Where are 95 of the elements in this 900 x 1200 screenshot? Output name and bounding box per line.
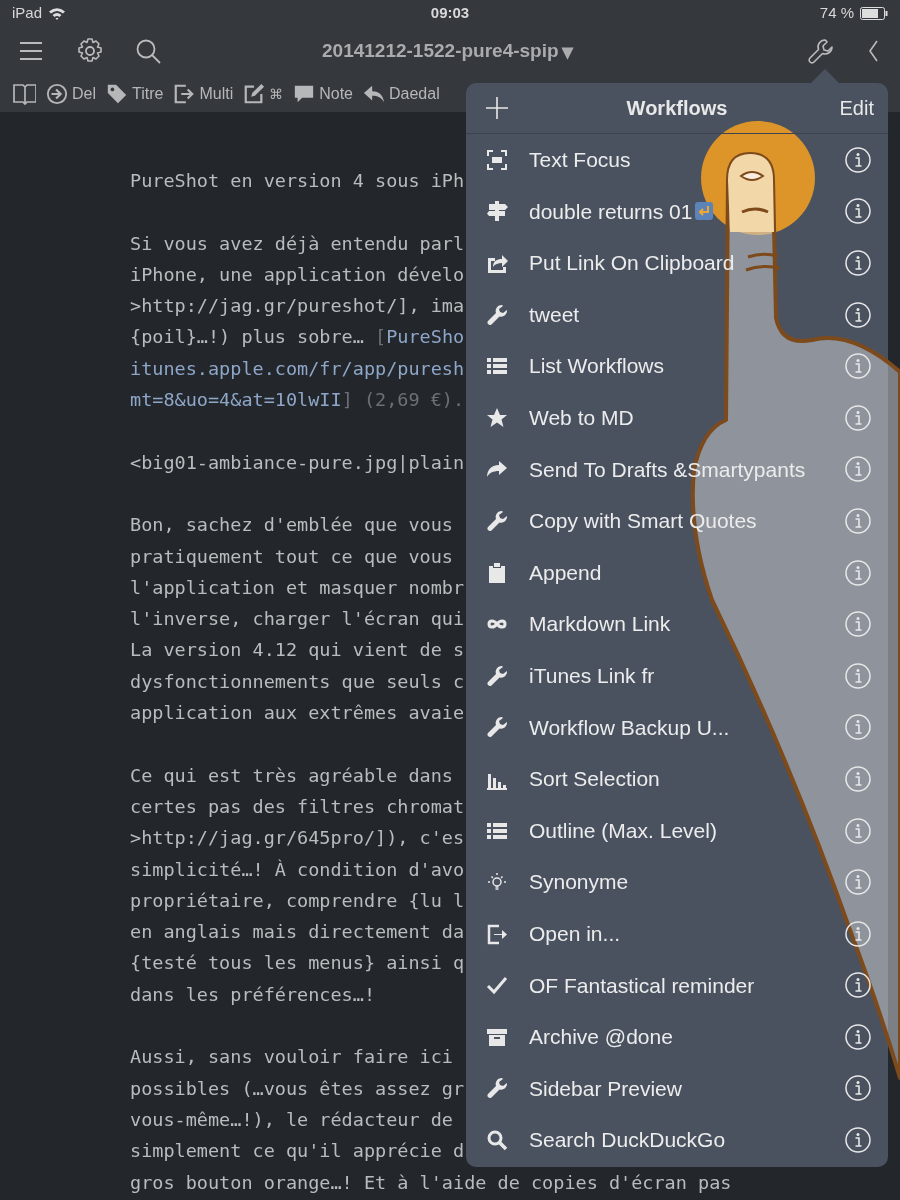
info-icon[interactable]: [845, 920, 871, 947]
export-icon: [173, 83, 196, 105]
workflow-item[interactable]: Markdown Link: [529, 608, 671, 640]
info-icon[interactable]: [845, 1023, 871, 1050]
toolbar-button[interactable]: Note: [293, 82, 353, 106]
info-icon[interactable]: [845, 146, 871, 173]
check-icon: [486, 974, 508, 997]
text-line: {testé tous les menus} ainsi q: [130, 951, 465, 976]
workflow-item[interactable]: Sort Selection: [529, 763, 660, 795]
signpost-icon: [486, 200, 508, 223]
toolbar-button[interactable]: Del: [46, 82, 96, 106]
workflow-item[interactable]: Web to MD: [529, 402, 634, 434]
text-line: Si vous avez déjà entendu parl: [130, 231, 465, 256]
search-icon: [486, 1129, 508, 1152]
clock: 09:03: [430, 2, 470, 23]
toolbar-button[interactable]: ⌘: [243, 83, 284, 105]
workflow-item[interactable]: double returns 01: [529, 195, 693, 228]
wifi-icon: [48, 6, 67, 20]
open-book-icon[interactable]: [12, 82, 36, 106]
workflow-item[interactable]: Sidebar Preview: [529, 1072, 682, 1105]
toolbar-button[interactable]: Daedal: [363, 82, 440, 106]
text-line: application aux extrêmes avaie: [130, 701, 465, 726]
wrench-icon: [486, 716, 508, 739]
text-line: <big01-ambiance-pure.jpg|plain: [130, 450, 465, 475]
edit-button[interactable]: Edit: [839, 97, 874, 119]
tag-icon: [106, 83, 128, 105]
menu-icon[interactable]: [20, 42, 42, 60]
workflow-item[interactable]: Search DuckDuckGo: [529, 1124, 726, 1156]
workflow-item[interactable]: Outline (Max. Level): [529, 814, 717, 847]
text-line: possibles (…vous êtes assez gr: [130, 1076, 465, 1101]
text-line: dans les préférences…!: [130, 982, 376, 1007]
info-icon[interactable]: [845, 301, 871, 328]
text-line: {poil}…!) plus sobre… [PureSho: [130, 325, 465, 350]
text-line: Ce qui est très agréable dans: [130, 763, 453, 788]
info-icon[interactable]: [845, 250, 871, 276]
wrench-icon: [486, 509, 508, 532]
reply-arrow-icon: [363, 83, 385, 105]
device-name: iPad: [12, 2, 43, 23]
workflow-item[interactable]: Workflow Backup U...: [529, 711, 730, 744]
text-line: La version 4.12 qui vient de s: [130, 638, 465, 663]
exit-icon: [486, 922, 508, 945]
battery-icon: [860, 6, 888, 20]
text-line: Bon, sachez d'emblée que vous: [130, 513, 453, 538]
workflow-item[interactable]: List Workflows: [529, 350, 664, 382]
text-line: PureShot en version 4 sous iPh: [130, 169, 465, 193]
workflow-item[interactable]: tweet: [529, 298, 580, 331]
wrench-icon: [486, 664, 508, 687]
share-icon: [486, 252, 508, 274]
text-line: gros bouton orange…! Et à l'aide de copies d'écran pas: [130, 1170, 732, 1195]
workflow-item[interactable]: Open in...: [529, 917, 621, 950]
wrench-icon: [486, 303, 508, 326]
popover-pointer: [811, 69, 839, 83]
text-line: simplement ce qu'il apprécie d: [130, 1139, 465, 1164]
text-line: >http://jag.gr/pureshot/], ima: [130, 294, 465, 319]
wrench-icon[interactable]: [808, 38, 834, 64]
focus-frame-icon: [486, 148, 508, 171]
text-line: mt=8&uo=4&at=10lwII] (2,69 €).: [130, 388, 465, 413]
star-icon: [486, 406, 508, 429]
back-chevron-icon[interactable]: [868, 40, 878, 62]
battery-percent: 74 %: [819, 2, 854, 23]
wrench-icon: [486, 1077, 508, 1100]
text-line: itunes.apple.com/fr/app/puresh: [130, 356, 465, 381]
add-icon[interactable]: [486, 97, 508, 119]
edit-icon: [243, 83, 266, 105]
popover-title: Workflows: [626, 96, 728, 121]
text-line: en anglais mais directement da: [130, 920, 465, 945]
text-line: l'inverse, charger l'écran qui: [130, 607, 465, 632]
arrow-circle-icon: [46, 83, 68, 105]
clipboard-icon: [486, 561, 508, 584]
text-line: dysfonctionnements que seuls c: [130, 669, 465, 694]
text-line: vous-même…!), le rédacteur de: [130, 1107, 453, 1132]
text-line: pratiquement tout ce que vous: [130, 544, 453, 569]
workflow-item[interactable]: OF Fantastical reminder: [529, 969, 755, 1002]
text-line: propriétaire, comprendre {lu l: [130, 888, 465, 913]
workflow-item[interactable]: Synonyme: [529, 866, 629, 898]
workflow-item[interactable]: Text Focus: [529, 144, 631, 176]
document-title[interactable]: 20141212-1522-pure4-spip▾: [322, 34, 573, 68]
text-line: simplicité…! À condition d'avo: [130, 857, 465, 882]
toolbar-button[interactable]: Multi: [173, 82, 234, 106]
workflow-item[interactable]: iTunes Link fr: [529, 660, 655, 692]
search-icon[interactable]: [135, 38, 161, 64]
settings-icon[interactable]: [77, 38, 103, 64]
text-line: l'application et masquer nombr: [130, 575, 465, 600]
info-icon[interactable]: [845, 972, 871, 999]
text-line: certes pas des filtres chromat: [130, 794, 465, 819]
text-line: >http://jag.gr/645pro/]), c'es: [130, 826, 465, 851]
info-icon[interactable]: [845, 1127, 871, 1154]
workflow-item[interactable]: Append: [529, 556, 602, 589]
info-icon[interactable]: [845, 1075, 871, 1102]
text-line: iPhone, une application dévelo: [130, 262, 465, 287]
workflow-item[interactable]: Archive @done: [529, 1021, 673, 1053]
toolbar-button[interactable]: Titre: [106, 82, 164, 106]
text-line: Aussi, sans vouloir faire ici: [130, 1045, 453, 1070]
workflow-item[interactable]: Put Link On Clipboard: [529, 247, 735, 279]
info-icon[interactable]: [845, 198, 871, 225]
